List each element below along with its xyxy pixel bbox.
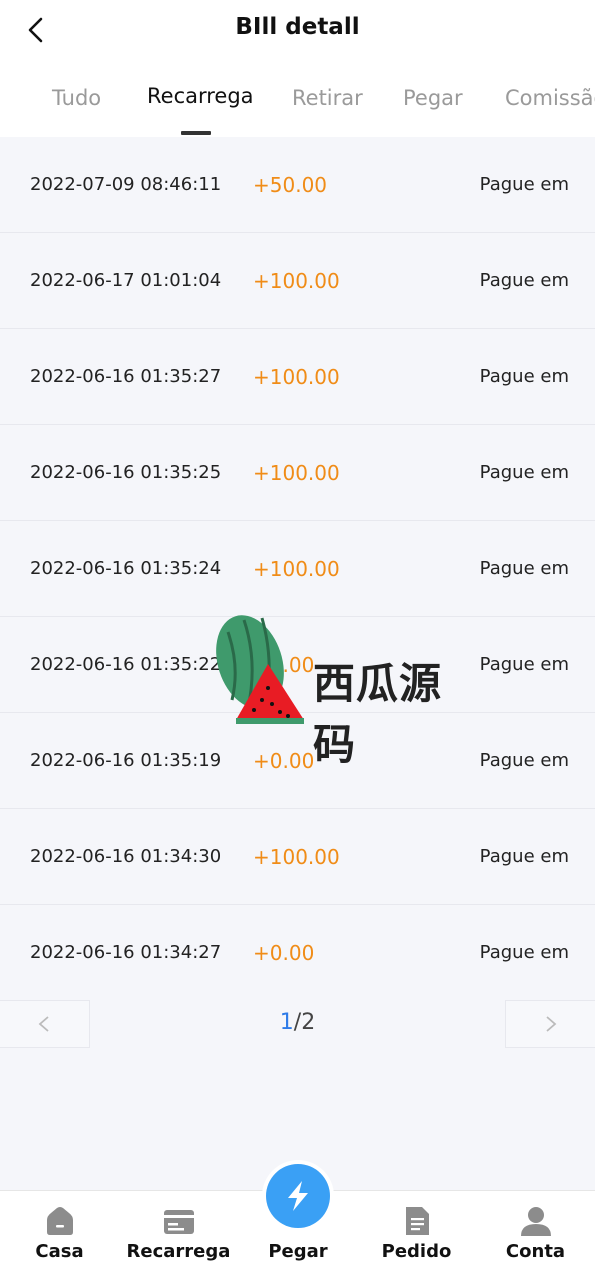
- nav-item-home[interactable]: Casa: [0, 1191, 119, 1266]
- home-icon: [46, 1207, 73, 1235]
- bill-row[interactable]: 2022-06-16 01:34:30 +100.00 Pague em: [0, 809, 595, 905]
- tab-withdraw[interactable]: Retirar: [292, 86, 363, 110]
- bill-status: Pague em: [479, 366, 569, 387]
- bill-amount: +100.00: [253, 557, 340, 581]
- bill-status: Pague em: [479, 846, 569, 867]
- bill-amount: +100.00: [253, 461, 340, 485]
- nav-item-account[interactable]: Conta: [476, 1191, 595, 1266]
- bill-amount: +100.00: [253, 269, 340, 293]
- nav-item-grab[interactable]: [262, 1160, 334, 1232]
- bill-status: Pague em: [479, 942, 569, 963]
- page-title: BIll detall: [235, 14, 360, 40]
- tab-commission[interactable]: Comissão: [505, 86, 595, 110]
- bill-time: 2022-07-09 08:46:11: [30, 174, 222, 195]
- nav-label-order: Pedido: [381, 1241, 452, 1262]
- bill-status: Pague em: [479, 270, 569, 291]
- bill-time: 2022-06-16 01:35:25: [30, 462, 222, 483]
- bill-amount: +0.00: [253, 941, 315, 965]
- bill-row[interactable]: 2022-06-17 01:01:04 +100.00 Pague em: [0, 233, 595, 329]
- nav-item-order[interactable]: Pedido: [357, 1191, 476, 1266]
- nav-label-home: Casa: [35, 1241, 84, 1262]
- bill-status: Pague em: [479, 750, 569, 771]
- tab-all[interactable]: Tudo: [52, 86, 101, 110]
- bill-amount: +0.00: [253, 749, 315, 773]
- bill-amount: +100.00: [253, 365, 340, 389]
- header: BIll detall: [0, 0, 595, 60]
- bill-row[interactable]: 2022-06-16 01:35:22 +0.00 Pague em: [0, 617, 595, 713]
- tab-grab[interactable]: Pegar: [403, 86, 463, 110]
- bill-status: Pague em: [479, 654, 569, 675]
- bill-row[interactable]: 2022-06-16 01:34:27 +0.00 Pague em: [0, 905, 595, 1001]
- nav-label-account: Conta: [505, 1241, 566, 1262]
- bill-row[interactable]: 2022-06-16 01:35:24 +100.00 Pague em: [0, 521, 595, 617]
- bill-status: Pague em: [479, 558, 569, 579]
- bill-time: 2022-06-16 01:35:24: [30, 558, 222, 579]
- lightning-icon: [288, 1181, 308, 1211]
- document-icon: [405, 1207, 429, 1235]
- bill-status: Pague em: [479, 174, 569, 195]
- bill-status: Pague em: [479, 462, 569, 483]
- bill-row[interactable]: 2022-06-16 01:35:27 +100.00 Pague em: [0, 329, 595, 425]
- app-root: BIll detall Tudo Recarrega Retirar Pegar…: [0, 0, 595, 1266]
- bill-row[interactable]: 2022-06-16 01:35:19 +0.00 Pague em: [0, 713, 595, 809]
- bill-time: 2022-06-17 01:01:04: [30, 270, 222, 291]
- bill-amount: +100.00: [253, 845, 340, 869]
- bill-list: 2022-07-09 08:46:11 +50.00 Pague em 2022…: [0, 137, 595, 1001]
- bill-time: 2022-06-16 01:35:27: [30, 366, 222, 387]
- bill-row[interactable]: 2022-07-09 08:46:11 +50.00 Pague em: [0, 137, 595, 233]
- tab-bar: Tudo Recarrega Retirar Pegar Comissão: [0, 60, 595, 138]
- chevron-right-icon: [546, 1016, 557, 1032]
- card-icon: [163, 1210, 194, 1234]
- pagination: 1/2: [0, 1000, 595, 1048]
- nav-label-grab: Pegar: [268, 1241, 328, 1262]
- bill-row[interactable]: 2022-06-16 01:35:25 +100.00 Pague em: [0, 425, 595, 521]
- bill-amount: +0.00: [253, 653, 315, 677]
- active-tab-indicator: [181, 131, 211, 135]
- nav-item-recharge[interactable]: Recarrega: [119, 1191, 238, 1266]
- bill-time: 2022-06-16 01:35:19: [30, 750, 222, 771]
- current-page: 1: [279, 1010, 294, 1035]
- user-icon: [520, 1207, 551, 1236]
- bill-time: 2022-06-16 01:34:30: [30, 846, 222, 867]
- nav-label-recharge: Recarrega: [126, 1241, 231, 1262]
- next-page-button[interactable]: [505, 1000, 595, 1048]
- tab-recharge[interactable]: Recarrega: [147, 84, 254, 108]
- total-pages: 2: [301, 1010, 316, 1035]
- grab-button[interactable]: [266, 1164, 330, 1228]
- bill-time: 2022-06-16 01:35:22: [30, 654, 222, 675]
- bill-amount: +50.00: [253, 173, 328, 197]
- bill-time: 2022-06-16 01:34:27: [30, 942, 222, 963]
